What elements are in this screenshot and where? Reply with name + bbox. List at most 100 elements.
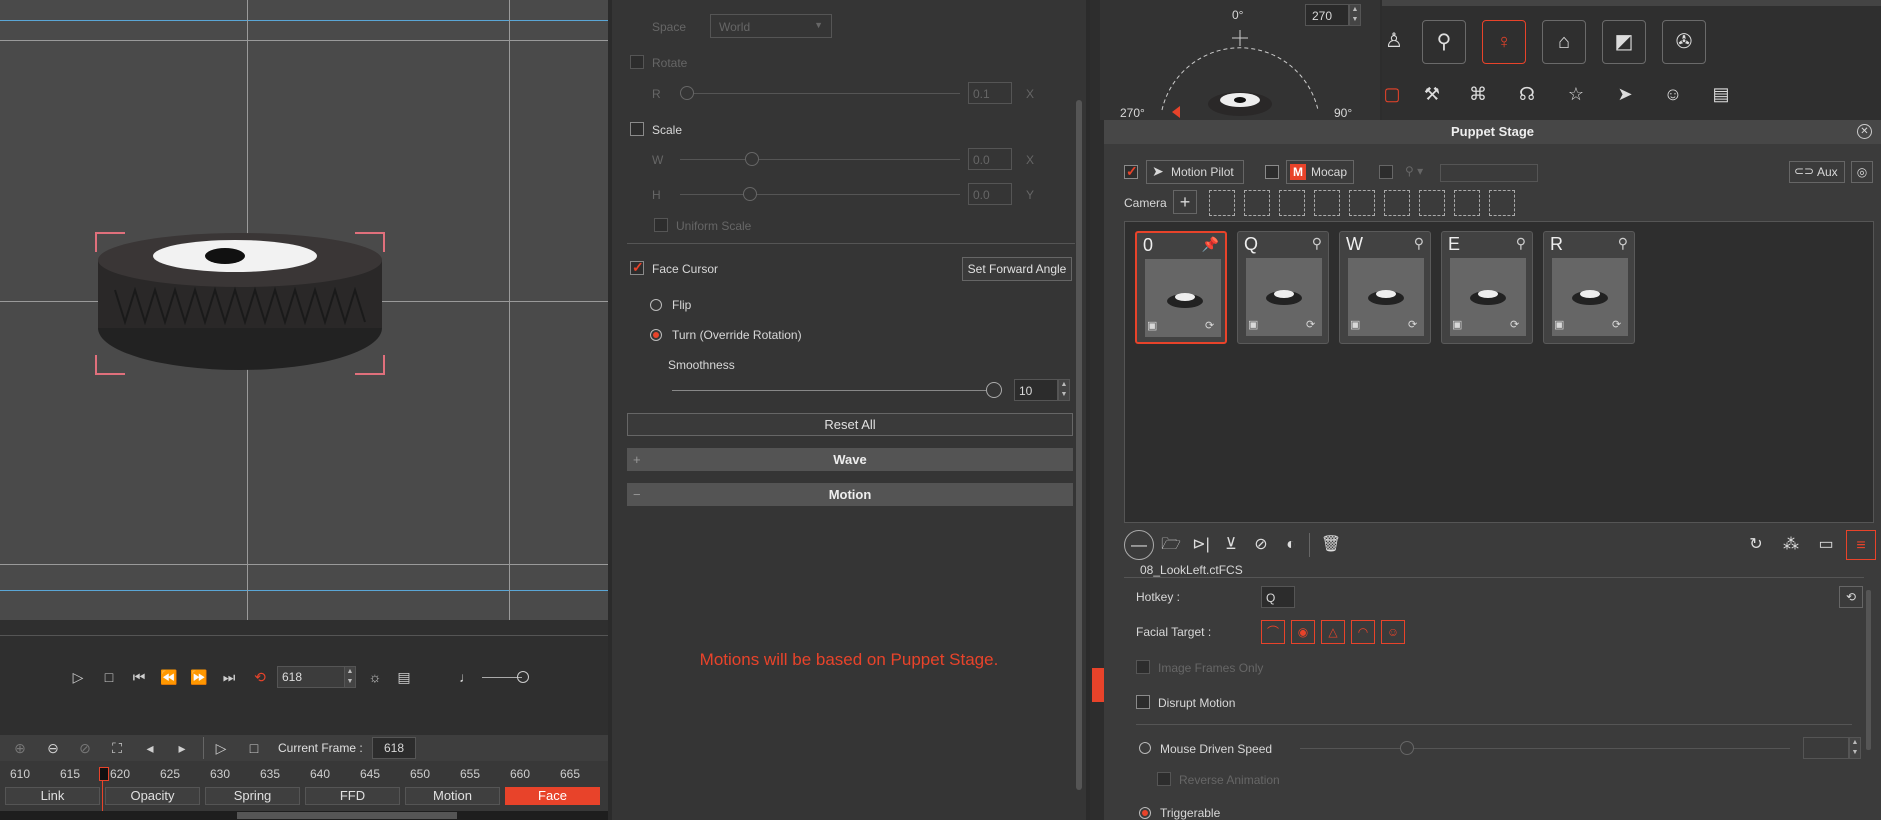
fit-view-icon[interactable]: ⛶ bbox=[107, 738, 127, 758]
triggerable-radio[interactable] bbox=[1139, 807, 1151, 819]
motion-section-header[interactable]: − Motion bbox=[627, 483, 1073, 506]
grid-dots-icon[interactable]: ⁂ bbox=[1776, 530, 1806, 560]
track-opacity[interactable]: Opacity bbox=[105, 787, 200, 805]
motion-card[interactable]: W ⚲ ▣ ⟳ bbox=[1339, 231, 1431, 344]
image-frames-only-checkbox[interactable] bbox=[1136, 660, 1150, 674]
motion-pilot-icon[interactable]: ➤ bbox=[1608, 77, 1642, 111]
eyebrow-target-icon[interactable]: ⌒ bbox=[1261, 620, 1285, 644]
head-gear-icon[interactable]: ☊ bbox=[1510, 77, 1544, 111]
mirror-vertical-icon[interactable]: ⊻ bbox=[1216, 530, 1246, 560]
uniform-scale-checkbox[interactable] bbox=[654, 218, 668, 232]
rotation-compass[interactable]: 0° 270° 90° 270 ▲ ▼ bbox=[1100, 0, 1380, 120]
volume-slider-knob[interactable] bbox=[517, 671, 529, 683]
record-list-icon[interactable]: ▤ bbox=[394, 667, 414, 687]
angle-input[interactable]: 270 bbox=[1305, 4, 1349, 26]
script-icon[interactable]: ▤ bbox=[1704, 77, 1738, 111]
pin-icon[interactable]: 📌 bbox=[1202, 236, 1219, 253]
motion-pilot-checkbox[interactable] bbox=[1124, 163, 1138, 180]
speed-stepper[interactable]: ▲ ▼ bbox=[1849, 737, 1861, 759]
rewind-icon[interactable]: ⏪ bbox=[159, 667, 179, 687]
camera-slot[interactable] bbox=[1279, 190, 1305, 216]
smoothness-slider-knob[interactable] bbox=[986, 382, 1002, 398]
settings-sun-icon[interactable]: ☼ bbox=[365, 667, 385, 687]
pin-icon[interactable]: ⚲ bbox=[1312, 235, 1322, 252]
motion-card[interactable]: E ⚲ ▣ ⟳ bbox=[1441, 231, 1533, 344]
camera-slot[interactable] bbox=[1209, 190, 1235, 216]
camera-slot[interactable] bbox=[1419, 190, 1445, 216]
timeline-play-icon[interactable]: ▷ bbox=[211, 738, 231, 758]
motion-icon[interactable]: ▢ bbox=[1382, 77, 1402, 111]
head-target-icon[interactable]: ☺ bbox=[1381, 620, 1405, 644]
eye-target-icon[interactable]: ◉ bbox=[1291, 620, 1315, 644]
track-motion[interactable]: Motion bbox=[405, 787, 500, 805]
next-key-icon[interactable]: ⏭ bbox=[219, 667, 239, 687]
mocap-checkbox[interactable] bbox=[1265, 165, 1279, 179]
h-input[interactable]: 0.0 bbox=[968, 183, 1012, 205]
playhead[interactable] bbox=[99, 767, 109, 781]
motion-card[interactable]: R ⚲ ▣ ⟳ bbox=[1543, 231, 1635, 344]
fast-forward-icon[interactable]: ⏩ bbox=[189, 667, 209, 687]
list-view-icon[interactable]: ≡ bbox=[1846, 530, 1876, 560]
open-folder-icon[interactable]: 🗁 bbox=[1156, 530, 1186, 560]
camera-slot[interactable] bbox=[1454, 190, 1480, 216]
r-slider-knob[interactable] bbox=[680, 86, 694, 100]
tie-icon[interactable]: ⚲ bbox=[1422, 20, 1466, 64]
timeline-stop-icon[interactable]: □ bbox=[244, 738, 264, 758]
zoom-out-icon[interactable]: ⊖ bbox=[43, 738, 63, 758]
smoothness-input[interactable]: 10 bbox=[1014, 379, 1058, 401]
properties-scrollbar[interactable] bbox=[1866, 590, 1871, 750]
r-slider-track[interactable] bbox=[680, 93, 960, 94]
nose-target-icon[interactable]: △ bbox=[1321, 620, 1345, 644]
device-dropdown[interactable] bbox=[1440, 164, 1538, 182]
frame-stepper[interactable]: ▲ ▼ bbox=[344, 666, 356, 688]
speed-input[interactable] bbox=[1803, 737, 1849, 759]
smoothness-slider-track[interactable] bbox=[672, 390, 994, 391]
space-dropdown[interactable]: World ▼ bbox=[710, 14, 832, 38]
pin-icon[interactable]: ⚲ bbox=[1414, 235, 1424, 252]
star-icon[interactable]: ☆ bbox=[1559, 77, 1593, 111]
loop-icon[interactable]: ⟲ bbox=[250, 667, 270, 687]
previous-key-icon[interactable]: ⏮ bbox=[129, 667, 149, 687]
run-pose-icon[interactable]: ⚒ bbox=[1415, 77, 1449, 111]
w-slider-knob[interactable] bbox=[745, 152, 759, 166]
mirror-horizontal-icon[interactable]: ⊳| bbox=[1186, 530, 1216, 560]
reset-hotkey-icon[interactable]: ⟲ bbox=[1839, 586, 1863, 608]
scale-checkbox[interactable] bbox=[630, 122, 644, 136]
hotkey-input[interactable]: Q bbox=[1261, 586, 1295, 608]
puppet-object[interactable] bbox=[95, 230, 385, 375]
camera-slot[interactable] bbox=[1244, 190, 1270, 216]
delete-icon[interactable]: 🗑 bbox=[1316, 530, 1346, 560]
close-icon[interactable]: ✕ bbox=[1857, 124, 1872, 139]
camera-slot[interactable] bbox=[1384, 190, 1410, 216]
track-link[interactable]: Link bbox=[5, 787, 100, 805]
set-forward-angle-button[interactable]: Set Forward Angle bbox=[962, 257, 1072, 281]
film-reel-icon[interactable]: ✇ bbox=[1662, 20, 1706, 64]
h-slider-track[interactable] bbox=[680, 194, 960, 195]
w-slider-track[interactable] bbox=[680, 159, 960, 160]
3d-viewport[interactable] bbox=[0, 0, 608, 620]
volume-slider-track[interactable] bbox=[482, 677, 522, 678]
contrast-icon[interactable]: ◐ bbox=[1276, 530, 1306, 560]
turn-radio[interactable] bbox=[650, 329, 662, 341]
bone-icon[interactable]: ♙ bbox=[1382, 20, 1406, 64]
camera-slot[interactable] bbox=[1349, 190, 1375, 216]
mesh-icon[interactable]: ⌘ bbox=[1461, 77, 1495, 111]
next-marker-icon[interactable]: ▸ bbox=[172, 738, 192, 758]
current-frame-input[interactable]: 618 bbox=[372, 737, 416, 759]
stage-icon[interactable]: ⌂ bbox=[1542, 20, 1586, 64]
play-icon[interactable]: ▷ bbox=[68, 667, 88, 687]
reverse-animation-checkbox[interactable] bbox=[1157, 772, 1171, 786]
zoom-reset-icon[interactable]: ⊘ bbox=[75, 738, 95, 758]
h-slider-knob[interactable] bbox=[743, 187, 757, 201]
motion-card[interactable]: 0 📌 ▣ ⟳ bbox=[1135, 231, 1227, 344]
add-camera-icon[interactable]: + bbox=[1173, 190, 1197, 214]
speed-slider-knob[interactable] bbox=[1400, 741, 1414, 755]
flip-radio[interactable] bbox=[650, 299, 662, 311]
prev-marker-icon[interactable]: ◂ bbox=[140, 738, 160, 758]
remove-icon[interactable]: — bbox=[1124, 530, 1154, 560]
r-input[interactable]: 0.1 bbox=[968, 82, 1012, 104]
camera-slot[interactable] bbox=[1314, 190, 1340, 216]
timeline-scrollbar-thumb[interactable] bbox=[237, 812, 457, 819]
disrupt-motion-checkbox[interactable] bbox=[1136, 695, 1150, 709]
wave-section-header[interactable]: + Wave bbox=[627, 448, 1073, 471]
